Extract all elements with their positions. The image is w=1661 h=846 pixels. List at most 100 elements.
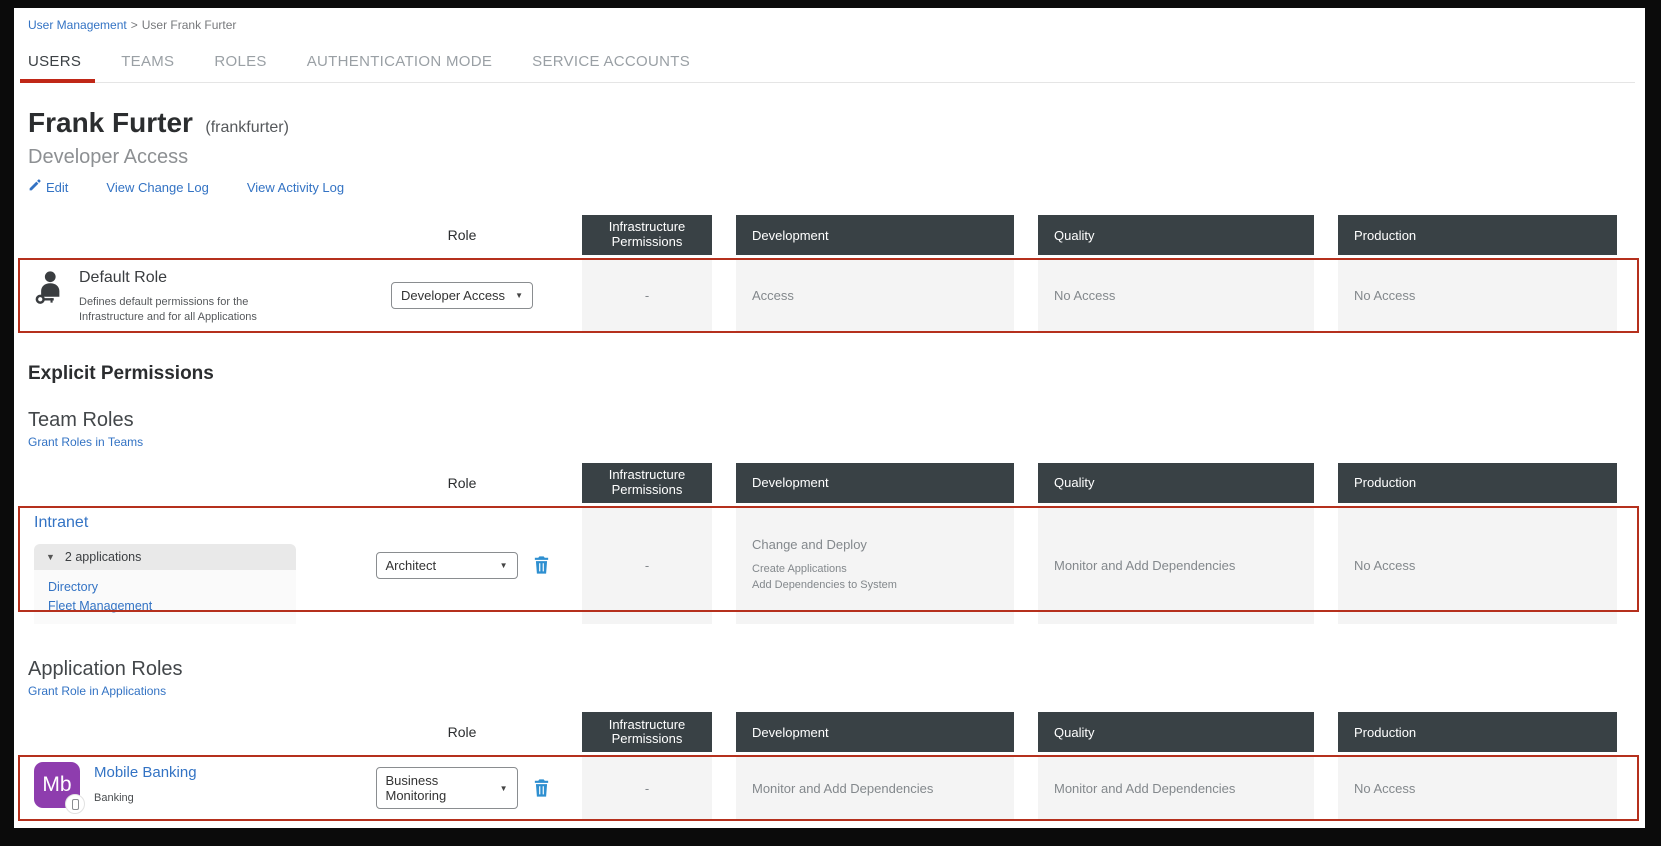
triangle-down-icon: ▼ (46, 551, 55, 562)
application-roles-heading: Application Roles (28, 658, 183, 681)
page-title: Frank Furter (28, 107, 193, 138)
default-role-quality-cell: No Access (1038, 258, 1314, 333)
mobile-app-badge (65, 794, 85, 815)
tab-bar: USERS TEAMS ROLES AUTHENTICATION MODE SE… (19, 40, 1635, 83)
user-access-level: Developer Access (28, 146, 189, 168)
team-development-details: Create Applications Add Dependencies to … (752, 561, 897, 594)
trash-icon (534, 779, 549, 800)
application-infrastructure-cell: - (582, 755, 712, 822)
development-detail: Create Applications (752, 562, 847, 575)
application-link-directory[interactable]: Directory (48, 578, 284, 597)
team-development-permission: Change and Deploy (752, 536, 867, 552)
column-header-role: Role (447, 227, 477, 243)
phone-icon (71, 798, 79, 810)
default-role-role-cell: Developer Access ▼ (366, 258, 558, 333)
trash-icon (534, 556, 549, 577)
column-header-infrastructure: Infrastructure Permissions (582, 712, 712, 753)
column-header-quality: Quality (1038, 712, 1314, 753)
column-header-development: Development (736, 462, 1014, 503)
application-role-cell: Business Monitoring ▼ (366, 755, 558, 821)
user-key-icon (34, 269, 64, 325)
team-role-select-value: Architect (385, 557, 437, 573)
applications-toggle[interactable]: ▼ 2 applications (34, 543, 296, 570)
breadcrumb-separator: > (130, 18, 138, 32)
application-development-cell: Monitor and Add Dependencies (736, 755, 1014, 822)
explicit-permissions-heading: Explicit Permissions (28, 362, 214, 384)
tab-service-accounts[interactable]: SERVICE ACCOUNTS (532, 40, 690, 82)
header-spacer (24, 712, 342, 752)
application-production-cell: No Access (1338, 755, 1617, 822)
applications-toggle-label: 2 applications (64, 549, 142, 564)
team-production-cell: No Access (1338, 505, 1617, 625)
tab-roles[interactable]: ROLES (214, 40, 266, 82)
default-role-table-header: Role Infrastructure Permissions Developm… (24, 215, 1635, 255)
column-header-role: Role (447, 474, 477, 491)
chevron-down-icon: ▼ (515, 290, 523, 300)
default-role-infrastructure-cell: - (582, 258, 712, 333)
chevron-down-icon: ▼ (499, 783, 508, 793)
user-login: (frankfurter) (205, 119, 289, 136)
team-name-link[interactable]: Intranet (34, 514, 88, 531)
application-role-select-value: Business Monitoring (385, 773, 447, 804)
application-roles-table-header: Role Infrastructure Permissions Developm… (24, 712, 1635, 753)
view-activity-log-link[interactable]: View Activity Log (247, 180, 344, 195)
page-content: User Management > User Frank Furter USERS … (14, 8, 1645, 835)
team-role-row: Intranet ▼ 2 applications Directory Flee… (18, 505, 1639, 625)
column-header-production: Production (1338, 215, 1617, 255)
default-role-row: Default Role Defines default permissions… (18, 258, 1639, 333)
column-header-quality: Quality (1038, 462, 1314, 503)
pencil-icon (28, 179, 41, 195)
application-name-link[interactable]: Mobile Banking (94, 764, 197, 781)
column-header-infrastructure: Infrastructure Permissions (582, 462, 712, 503)
team-applications-expander: ▼ 2 applications Directory Fleet Managem… (34, 543, 296, 625)
application-role-select[interactable]: Business Monitoring ▼ (375, 767, 518, 810)
team-development-cell: Change and Deploy Create Applications Ad… (736, 505, 1014, 625)
team-role-select[interactable]: Architect ▼ (375, 551, 518, 579)
grant-roles-in-teams-link[interactable]: Grant Roles in Teams (28, 435, 143, 449)
chevron-down-icon: ▼ (499, 560, 508, 570)
application-role-row: Mb Mobile Banking Banking Business Monit… (18, 755, 1639, 822)
application-avatar-initials: Mb (42, 773, 72, 797)
bottom-spacer (24, 821, 1635, 835)
column-header-development: Development (736, 712, 1014, 753)
edit-link-label: Edit (46, 179, 69, 195)
tab-users[interactable]: USERS (19, 40, 96, 83)
team-roles-heading: Team Roles (28, 408, 134, 431)
team-entity: Intranet ▼ 2 applications Directory Flee… (24, 506, 342, 625)
team-roles-table-header: Role Infrastructure Permissions Developm… (24, 462, 1635, 503)
breadcrumb: User Management > User Frank Furter (28, 18, 1635, 32)
column-header-quality: Quality (1038, 215, 1314, 255)
application-entity: Mb Mobile Banking Banking (24, 755, 342, 821)
user-actions: Edit View Change Log View Activity Log (28, 179, 1631, 195)
column-header-infrastructure: Infrastructure Permissions (582, 215, 712, 255)
default-role-select-value: Developer Access (401, 287, 506, 303)
application-avatar: Mb (34, 762, 85, 815)
application-link-fleet-management[interactable]: Fleet Management (48, 597, 284, 616)
breadcrumb-current: User Frank Furter (141, 18, 237, 32)
column-header-development: Development (736, 215, 1014, 255)
column-header-role: Role (447, 724, 477, 741)
application-quality-cell: Monitor and Add Dependencies (1038, 755, 1314, 822)
default-role-select[interactable]: Developer Access ▼ (391, 281, 533, 309)
tab-authentication-mode[interactable]: AUTHENTICATION MODE (307, 40, 492, 82)
default-role-title: Default Role (79, 269, 168, 286)
delete-team-role-button[interactable] (534, 556, 549, 574)
team-role-cell: Architect ▼ (366, 506, 558, 625)
default-role-entity: Default Role Defines default permissions… (24, 258, 342, 333)
delete-application-role-button[interactable] (534, 779, 549, 800)
view-change-log-link[interactable]: View Change Log (106, 180, 208, 195)
grant-role-in-applications-link[interactable]: Grant Role in Applications (28, 684, 166, 698)
user-header: Frank Furter (frankfurter) (28, 107, 1631, 139)
edit-link[interactable]: Edit (28, 179, 68, 195)
column-header-production: Production (1338, 712, 1617, 753)
team-quality-cell: Monitor and Add Dependencies (1038, 505, 1314, 625)
application-team-label: Banking (94, 792, 134, 805)
breadcrumb-parent-link[interactable]: User Management (28, 18, 127, 32)
header-spacer (24, 215, 342, 255)
default-role-development-cell: Access (736, 258, 1014, 333)
development-detail: Add Dependencies to System (752, 579, 897, 592)
header-spacer (24, 463, 342, 503)
tab-teams[interactable]: TEAMS (121, 40, 174, 82)
team-infrastructure-cell: - (582, 505, 712, 625)
default-role-production-cell: No Access (1338, 258, 1617, 333)
